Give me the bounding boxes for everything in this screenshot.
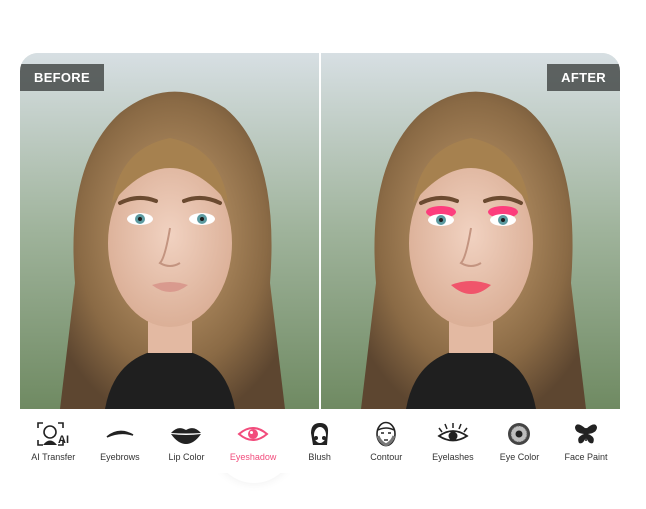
before-after-comparison: BEFORE AFTER [20, 53, 620, 409]
iris-icon [502, 420, 536, 448]
butterfly-icon [569, 420, 603, 448]
tool-eyebrows[interactable]: Eyebrows [87, 409, 154, 473]
tool-label: Lip Color [168, 452, 205, 462]
tool-label: Face Paint [564, 452, 608, 462]
after-label: AFTER [547, 64, 620, 91]
before-panel: BEFORE [20, 53, 319, 409]
tool-label: Eyeshadow [229, 452, 277, 462]
tool-blush[interactable]: Blush [286, 409, 353, 473]
contour-face-icon [369, 420, 403, 448]
tool-ai-transfer[interactable]: AI AI Transfer [20, 409, 87, 473]
tool-face-paint[interactable]: Face Paint [553, 409, 620, 473]
tool-label: AI Transfer [31, 452, 76, 462]
tool-label: Eyebrows [100, 452, 140, 462]
eyebrow-icon [103, 420, 137, 448]
after-panel: AFTER [321, 53, 620, 409]
blush-face-icon [303, 420, 337, 448]
tool-eyelashes[interactable]: Eyelashes [420, 409, 487, 473]
tool-label: Eye Color [499, 452, 540, 462]
makeup-toolbar: AI AI Transfer Eyebrows Lip Color Eyesha… [20, 403, 620, 483]
before-photo [20, 53, 319, 409]
tool-label: Contour [370, 452, 403, 462]
tool-eye-color[interactable]: Eye Color [486, 409, 553, 473]
tool-label: Eyelashes [432, 452, 474, 462]
eyelash-icon [436, 420, 470, 448]
after-photo [321, 53, 620, 409]
lips-icon [169, 420, 203, 448]
tool-lip-color[interactable]: Lip Color [153, 409, 220, 473]
before-label: BEFORE [20, 64, 104, 91]
tool-eyeshadow[interactable]: Eyeshadow [213, 403, 294, 483]
svg-text:AI: AI [58, 434, 69, 446]
tool-contour[interactable]: Contour [353, 409, 420, 473]
eye-icon [236, 420, 270, 448]
ai-transfer-icon: AI [36, 420, 70, 448]
tool-label: Blush [308, 452, 331, 462]
